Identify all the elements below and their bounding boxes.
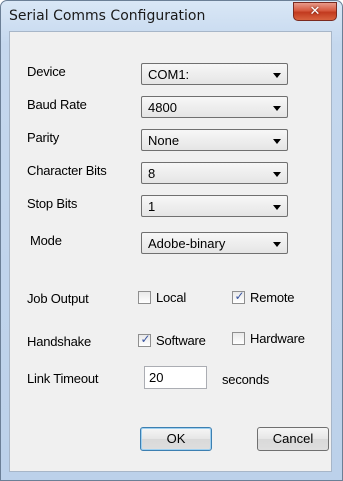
chevron-down-icon <box>273 106 281 111</box>
chevron-down-icon <box>273 205 281 210</box>
character-bits-label: Character Bits <box>27 163 107 178</box>
close-button[interactable]: ✕ <box>293 2 337 21</box>
chevron-down-icon <box>273 139 281 144</box>
mode-value: Adobe-binary <box>148 236 226 251</box>
cancel-button[interactable]: Cancel <box>257 427 329 451</box>
mode-dropdown[interactable]: Adobe-binary <box>141 232 288 254</box>
character-bits-value: 8 <box>148 166 156 181</box>
hardware-checkbox[interactable] <box>232 332 245 345</box>
link-timeout-box[interactable] <box>144 366 207 389</box>
ok-button[interactable]: OK <box>140 427 212 451</box>
software-label[interactable]: Software <box>156 333 206 348</box>
device-label: Device <box>27 64 66 79</box>
stop-bits-label: Stop Bits <box>27 196 78 211</box>
checkmark-icon: ✓ <box>234 289 245 303</box>
baud-rate-dropdown[interactable]: 4800 <box>141 96 288 118</box>
character-bits-dropdown[interactable]: 8 <box>141 162 288 184</box>
local-label[interactable]: Local <box>156 290 186 305</box>
chevron-down-icon <box>273 172 281 177</box>
parity-value: None <box>148 133 180 148</box>
hardware-label[interactable]: Hardware <box>250 331 305 346</box>
job-output-label: Job Output <box>27 291 89 306</box>
link-timeout-label: Link Timeout <box>27 371 99 386</box>
mode-label: Mode <box>30 233 62 248</box>
remote-label[interactable]: Remote <box>250 290 295 305</box>
local-checkbox[interactable] <box>138 291 151 304</box>
software-checkbox[interactable]: ✓ <box>138 332 151 347</box>
parity-label: Parity <box>27 130 60 145</box>
seconds-unit-label: seconds <box>222 372 270 387</box>
dialog-client-area: Device COM1: Baud Rate 4800 Parity None … <box>9 31 332 472</box>
baud-rate-label: Baud Rate <box>27 97 87 112</box>
window-title: Serial Comms Configuration <box>9 8 206 24</box>
chevron-down-icon <box>273 73 281 78</box>
device-value: COM1: <box>148 67 190 82</box>
remote-checkbox[interactable]: ✓ <box>232 289 245 304</box>
title-bar[interactable]: Serial Comms Configuration ✕ <box>1 1 342 31</box>
chevron-down-icon <box>273 242 281 247</box>
checkmark-icon: ✓ <box>140 332 151 346</box>
handshake-label: Handshake <box>27 334 91 349</box>
link-timeout-input[interactable] <box>145 367 207 388</box>
close-icon: ✕ <box>309 4 321 19</box>
baud-rate-value: 4800 <box>148 100 177 115</box>
dialog-window: Serial Comms Configuration ✕ Device COM1… <box>0 0 343 481</box>
device-dropdown[interactable]: COM1: <box>141 63 288 85</box>
stop-bits-dropdown[interactable]: 1 <box>141 195 288 217</box>
parity-dropdown[interactable]: None <box>141 129 288 151</box>
stop-bits-value: 1 <box>148 199 156 214</box>
